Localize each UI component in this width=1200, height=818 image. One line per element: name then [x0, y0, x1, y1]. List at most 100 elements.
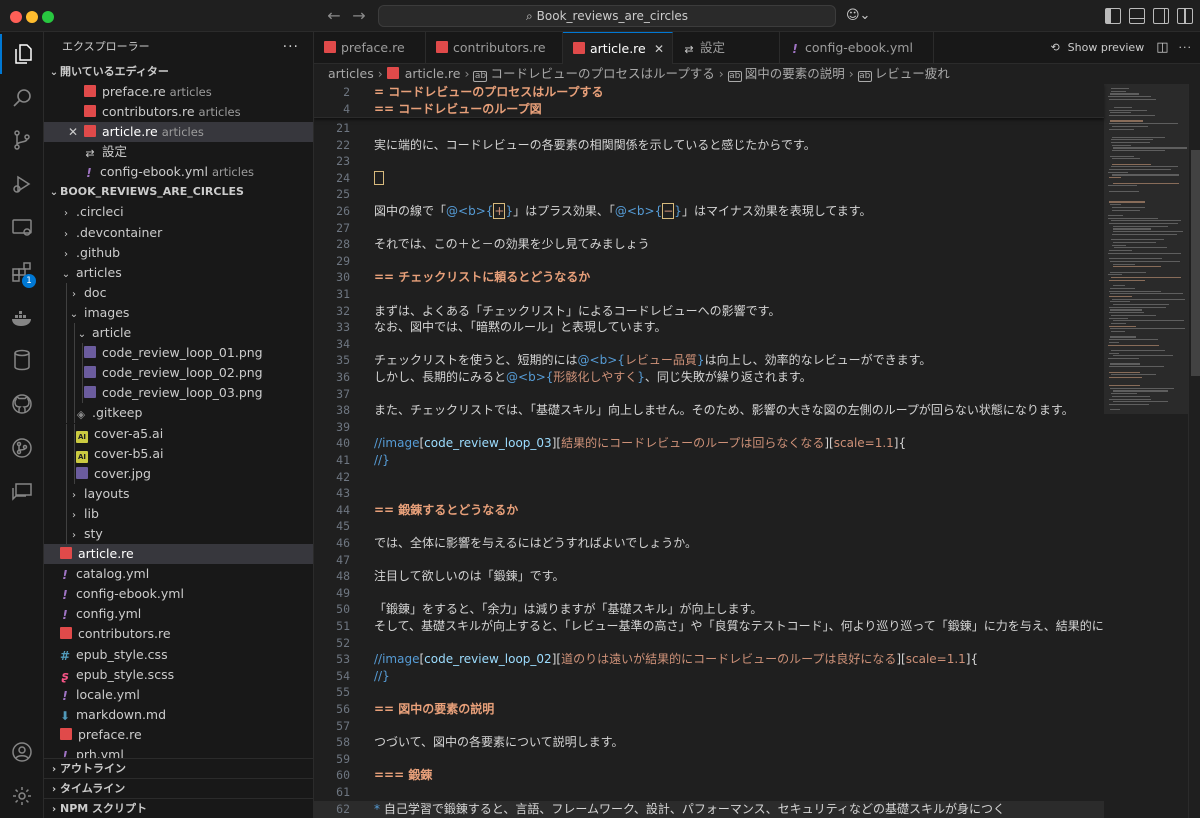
customize-layout-icon[interactable] — [1177, 8, 1193, 24]
tree-folder[interactable]: ⌄ article — [44, 323, 313, 344]
tree-folder[interactable]: › .devcontainer — [44, 223, 313, 243]
open-editor-config-ebook[interactable]: ! config-ebook.yml articles — [44, 162, 313, 182]
workspace-section[interactable]: ⌄ BOOK_REVIEWS_ARE_CIRCLES — [44, 182, 313, 202]
tree-folder[interactable]: ⌄ images — [44, 302, 313, 323]
toggle-secondary-sidebar-icon[interactable] — [1153, 8, 1169, 24]
code-line: 51 そして、基礎スキルが向上すると、「レビュー基準の高さ」や「良質なテストコード… — [314, 618, 1164, 635]
tree-file[interactable]: code_review_loop_02.png — [44, 363, 313, 384]
show-preview-button[interactable]: Show preview — [1068, 41, 1145, 54]
run-debug-icon[interactable] — [0, 164, 44, 204]
tab-settings[interactable]: ⇄ 設定 — [673, 32, 780, 64]
line-content: つづいて、図中の各要素について説明します。 — [374, 734, 623, 751]
open-editor-contributors[interactable]: contributors.re articles — [44, 102, 313, 122]
code-editor[interactable]: 2 = コードレビューのプロセスはループする 4 == コードレビューのループ図 2… — [314, 84, 1200, 818]
close-tab-icon[interactable]: ✕ — [654, 33, 664, 65]
re-file-icon — [436, 41, 448, 53]
tree-file[interactable]: ʂ epub_style.scss — [44, 665, 313, 685]
code-token: ]{ — [893, 436, 907, 451]
more-actions-icon[interactable]: ··· — [283, 32, 299, 62]
comments-icon[interactable] — [0, 472, 44, 512]
split-editor-icon[interactable]: ◫ — [1156, 40, 1168, 55]
explorer-icon[interactable] — [0, 34, 44, 74]
tree-folder[interactable]: › .circleci — [44, 202, 313, 222]
cursor-box — [374, 170, 384, 185]
code-line: 38 また、チェックリストでは、「基礎スキル」向上しません。そのため、影響の大きな… — [314, 402, 1104, 419]
tree-folder[interactable]: › .github — [44, 243, 313, 263]
minimize-window-button[interactable] — [26, 11, 38, 23]
tree-file[interactable]: preface.re — [44, 725, 313, 745]
minimap-viewport[interactable] — [1104, 84, 1188, 414]
maximize-window-button[interactable] — [42, 11, 54, 23]
docker-icon[interactable] — [0, 298, 44, 338]
breadcrumb-heading-2[interactable]: 図中の要素の説明 — [745, 66, 845, 81]
npm-scripts-section[interactable]: › NPM スクリプト — [44, 798, 313, 818]
breadcrumb-heading-1[interactable]: コードレビューのプロセスはループする — [490, 66, 714, 81]
gitlens-icon[interactable] — [0, 428, 44, 468]
extensions-icon[interactable]: 1 — [0, 252, 44, 292]
indent-guide — [66, 383, 67, 404]
toggle-panel-icon[interactable] — [1129, 8, 1145, 24]
editor-scrollbar[interactable] — [1188, 84, 1200, 818]
open-editor-settings[interactable]: ⇄ 設定 — [44, 142, 313, 162]
tab-preface[interactable]: preface.re — [314, 32, 426, 64]
tree-file[interactable]: code_review_loop_03.png — [44, 383, 313, 404]
tree-folder[interactable]: › doc — [44, 282, 313, 303]
tree-item-label: cover-a5.ai — [94, 425, 164, 441]
tree-folder[interactable]: › lib — [44, 503, 313, 524]
tree-file[interactable]: contributors.re — [44, 624, 313, 644]
code-line: 62 * 自己学習で鍛錬すると、言語、フレームワーク、設計、パフォーマンス、セキュ… — [314, 800, 1104, 818]
tree-file[interactable]: ◈ .gitkeep — [44, 403, 313, 424]
tree-file[interactable]: cover.jpg — [44, 463, 313, 484]
open-editors-section[interactable]: ⌄ 開いているエディター — [44, 62, 313, 82]
tree-file[interactable]: AI cover-a5.ai — [44, 423, 313, 444]
tree-file[interactable]: ! catalog.yml — [44, 564, 313, 584]
source-control-icon[interactable] — [0, 120, 44, 160]
back-arrow-icon[interactable]: ← — [324, 6, 344, 26]
search-view-icon[interactable] — [0, 78, 44, 118]
account-icon[interactable] — [0, 732, 44, 772]
tab-contributors[interactable]: contributors.re — [426, 32, 563, 64]
close-icon[interactable]: ✕ — [68, 122, 78, 142]
code-token: == チェックリストに頼るとどうなるか — [374, 270, 591, 285]
history-icon[interactable]: ⟲ — [1050, 41, 1059, 54]
github-icon[interactable] — [0, 384, 44, 424]
breadcrumb-file[interactable]: article.re — [405, 66, 461, 81]
settings-gear-icon[interactable] — [0, 776, 44, 816]
breadcrumb-heading-3[interactable]: レビュー疲れ — [875, 66, 950, 81]
indent-guide — [66, 403, 67, 424]
tree-folder[interactable]: › layouts — [44, 483, 313, 504]
database-icon[interactable] — [0, 340, 44, 380]
tree-file[interactable]: AI cover-b5.ai — [44, 443, 313, 464]
command-center-search[interactable]: ⌕ Book_reviews_are_circles — [378, 5, 836, 27]
tree-folder[interactable]: › sty — [44, 523, 313, 544]
minimap[interactable] — [1104, 84, 1188, 818]
open-editor-preface[interactable]: preface.re articles — [44, 82, 313, 102]
tree-file[interactable]: article.re — [44, 544, 313, 565]
outline-section[interactable]: › アウトライン — [44, 758, 313, 778]
indent-guide — [74, 323, 75, 344]
tree-file[interactable]: code_review_loop_01.png — [44, 343, 313, 364]
close-window-button[interactable] — [10, 11, 22, 23]
code-line: 28 それでは、この＋と－の効果を少し見てみましょう — [314, 236, 1104, 253]
tree-file[interactable]: ⬇ markdown.md — [44, 705, 313, 725]
breadcrumb-folder[interactable]: articles — [328, 66, 374, 81]
tab-config-ebook[interactable]: ! config-ebook.yml — [780, 32, 934, 64]
remote-explorer-icon[interactable] — [0, 208, 44, 248]
forward-arrow-icon[interactable]: → — [349, 6, 369, 26]
tab-article[interactable]: article.re ✕ — [563, 32, 673, 64]
timeline-section[interactable]: › タイムライン — [44, 778, 313, 798]
scroll-thumb[interactable] — [1191, 150, 1200, 376]
open-editor-article[interactable]: ✕ article.re articles — [44, 122, 313, 143]
code-token: チェックリストを使うと、短期的には — [374, 353, 578, 368]
copilot-icon[interactable]: ☺︎⌄ — [846, 8, 874, 24]
tree-file[interactable]: ! locale.yml — [44, 685, 313, 705]
tree-file[interactable]: # epub_style.css — [44, 645, 313, 665]
more-actions-icon[interactable]: ··· — [1179, 41, 1193, 54]
sticky-scroll[interactable]: 2 = コードレビューのプロセスはループする 4 == コードレビューのループ図 — [314, 84, 1104, 118]
code-token: code_review_loop_03 — [424, 436, 552, 451]
code-token: つづいて、図中の各要素について説明します。 — [374, 735, 624, 750]
tree-file[interactable]: ! config.yml — [44, 604, 313, 624]
tree-file[interactable]: ! config-ebook.yml — [44, 584, 313, 604]
toggle-primary-sidebar-icon[interactable] — [1105, 8, 1121, 24]
tree-folder[interactable]: ⌄ articles — [44, 263, 313, 283]
